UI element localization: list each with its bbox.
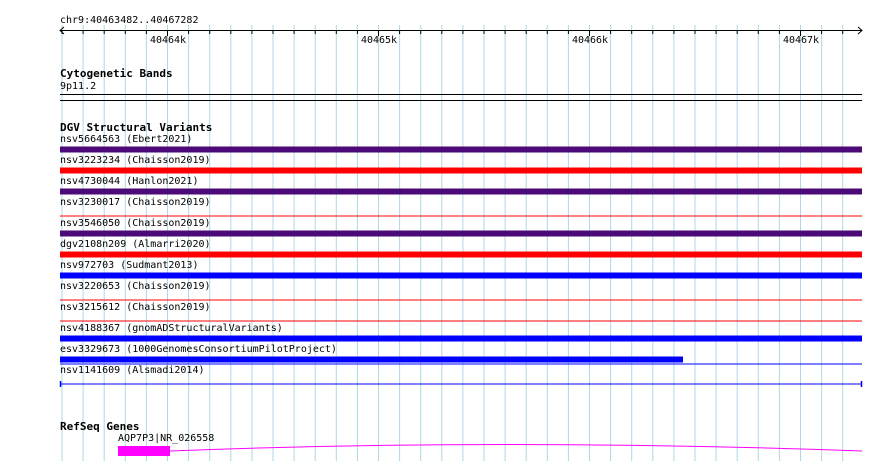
ruler-tick-label: 40466k (571, 35, 609, 46)
ruler-tick-label: 40464k (149, 35, 187, 46)
variant-feature-bar (60, 230, 862, 237)
variant-label[interactable]: dgv2108n209 (Almarri2020) (60, 239, 211, 250)
track-title-dgv[interactable]: DGV Structural Variants (60, 122, 212, 134)
variant-label[interactable]: nsv5664563 (Ebert2021) (60, 134, 192, 145)
variant-feature-bar (60, 146, 862, 153)
cytoband-label: 9p11.2 (60, 81, 97, 92)
variant-label[interactable]: nsv3223234 (Chaisson2019) (60, 155, 211, 166)
location-label: chr9:40463482..40467282 (60, 15, 199, 26)
gene-exon (118, 446, 170, 456)
variant-label[interactable]: nsv972703 (Sudmant2013) (60, 260, 198, 271)
variant-label[interactable]: nsv3215612 (Chaisson2019) (60, 302, 211, 313)
track-title-refseq[interactable]: RefSeq Genes (60, 421, 139, 433)
variant-feature-bar (60, 167, 862, 174)
ruler-tick-label: 40467k (782, 35, 820, 46)
variant-feature-bar (60, 188, 862, 195)
variant-feature-bar (60, 251, 862, 258)
ruler-tick-label: 40465k (360, 35, 398, 46)
variant-label[interactable]: nsv3546050 (Chaisson2019) (60, 218, 211, 229)
variant-feature-bar (60, 356, 683, 363)
variant-label[interactable]: nsv3230017 (Chaisson2019) (60, 197, 211, 208)
variant-feature-bar (60, 272, 862, 279)
variant-label[interactable]: nsv4730044 (Hanlon2021) (60, 176, 198, 187)
variant-label[interactable]: nsv1141609 (Alsmadi2014) (60, 365, 205, 376)
variant-label[interactable]: nsv3220653 (Chaisson2019) (60, 281, 211, 292)
variant-label[interactable]: esv3329673 (1000GenomesConsortiumPilotPr… (60, 344, 337, 355)
gene-label[interactable]: AQP7P3|NR_026558 (118, 433, 214, 444)
variant-label[interactable]: nsv4188367 (gnomADStructuralVariants) (60, 323, 283, 334)
variant-feature-bar (60, 335, 862, 342)
track-title-cytoband[interactable]: Cytogenetic Bands (60, 68, 173, 80)
